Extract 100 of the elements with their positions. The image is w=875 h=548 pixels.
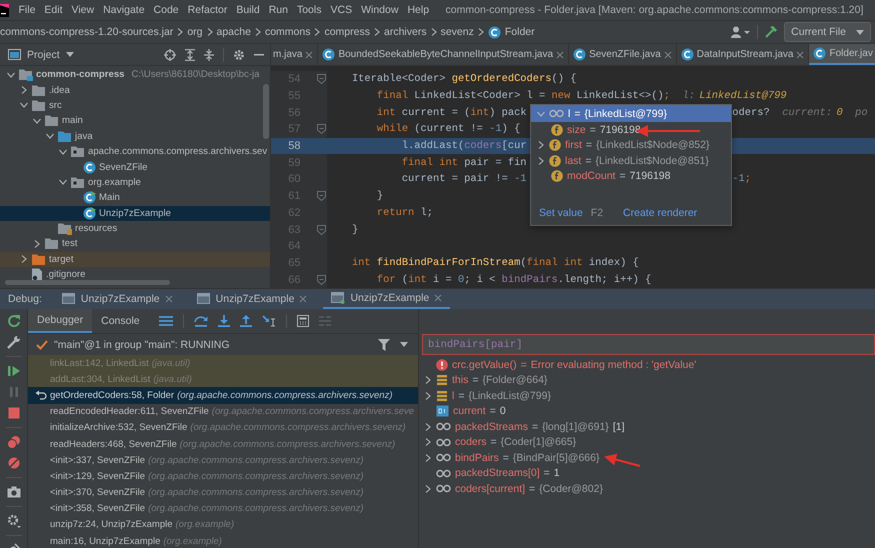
run-to-cursor-icon[interactable] [262,315,276,327]
chevron-down-icon[interactable] [59,178,67,186]
camera-icon[interactable] [6,485,20,499]
variable-row[interactable]: coders = {Coder[1]@665} [419,434,875,450]
collapse-all-icon[interactable] [204,48,214,60]
close-icon[interactable] [299,295,308,303]
chevron-right-icon[interactable] [20,86,28,94]
hammer-icon[interactable] [764,25,778,39]
editor-tab[interactable]: Folder.jav [809,44,875,65]
tree-item[interactable]: resources [0,220,270,236]
chevron-right-icon[interactable] [33,240,41,248]
menu-item[interactable]: Refactor [183,4,232,16]
editor-tab[interactable]: m.java [271,44,318,65]
tree-item[interactable]: .idea [0,82,270,98]
variable-row[interactable]: l = {LinkedList@799} [419,388,875,404]
popup-field-row[interactable]: first = {LinkedList$Node@852} [531,138,731,153]
chevron-down-icon[interactable] [7,70,15,79]
editor-tab[interactable]: BoundedSeekableByteChannelInputStream.java [318,44,570,65]
mute-breakpoints-icon[interactable] [6,456,20,470]
chevron-down-icon[interactable] [59,148,67,156]
fold-marker-icon[interactable] [317,224,326,235]
tree-item[interactable]: test [0,236,270,252]
close-icon[interactable] [164,295,173,303]
variable-row[interactable]: packedStreams[0] = 1 [419,466,875,481]
breadcrumb-item[interactable]: Folder [488,26,535,38]
menu-item[interactable]: VCS [326,4,357,16]
panel-title[interactable]: Project [27,48,60,60]
close-icon[interactable] [664,50,672,58]
variable-row[interactable]: bindPairs = {BindPair[5]@666} [419,450,875,466]
settings-icon[interactable] [6,514,20,528]
tree-item[interactable]: target [0,252,270,268]
stack-frame[interactable]: <init>:370, SevenZFile (org.apache.commons.compress.archivers.sevenz) [28,484,418,501]
settings-icon[interactable] [233,48,245,60]
close-icon[interactable] [556,50,564,58]
fold-marker-icon[interactable] [317,274,326,285]
tree-item[interactable]: common-compress C:\Users\86180\Desktop\bc-ja [0,67,270,82]
variable-row[interactable]: current = 0 [419,404,875,419]
breadcrumb-item[interactable]: commons-compress-1.20-sources.jar [0,26,174,38]
menu-item[interactable]: Tools [292,4,326,16]
close-icon[interactable] [796,50,804,58]
menu-item[interactable]: Code [149,4,184,16]
menu-item[interactable]: Edit [40,4,68,16]
stop-icon[interactable] [6,406,20,420]
tree-item[interactable]: Main [0,190,270,206]
tree-item[interactable]: SevenZFile [0,159,270,175]
variable-row[interactable]: this = {Folder@664} [419,372,875,388]
stack-frame[interactable]: <init>:129, SevenZFile (org.apache.commons.compress.archivers.sevenz) [28,468,418,484]
debugger-subtab[interactable]: Console [92,309,149,333]
popup-field-row[interactable]: last = {LinkedList$Node@851} [531,153,731,168]
chevron-right-icon[interactable] [424,438,432,446]
breadcrumb-item[interactable]: commons [264,26,310,38]
tree-item[interactable]: apache.commons.compress.archivers.sev [0,144,270,160]
calculator-icon[interactable] [296,315,309,327]
tree-item[interactable]: .gitignore [0,267,270,282]
debug-session-tab[interactable]: Unzip7zExample [54,289,181,309]
breadcrumb-item[interactable]: archivers [384,26,427,38]
tree-item[interactable]: main [0,113,270,129]
variable-row[interactable]: packedStreams = {long[1]@691} [1] [419,419,875,434]
user-icon[interactable] [731,26,752,38]
chevron-right-icon[interactable] [424,484,432,493]
breadcrumb-item[interactable]: sevenz [440,26,474,38]
chevron-right-icon[interactable] [424,422,432,431]
variable-row[interactable]: crc.getValue() = Error evaluating method : 'getValue' [419,357,875,372]
stack-frame[interactable]: getOrderedCoders:58, Folder (org.apache.commons.compress.archivers.sevenz) [28,387,418,404]
wrench-icon[interactable] [6,335,20,349]
step-over-icon[interactable] [194,315,208,327]
popup-link[interactable]: Create renderer [623,207,698,219]
stack-frame[interactable]: unzip7z:24, Unzip7zExample (org.example) [28,516,418,534]
chevron-right-icon[interactable] [424,454,432,462]
chevron-right-icon[interactable] [424,392,432,400]
variable-row[interactable]: coders[current] = {Coder@802} [419,481,875,496]
debug-session-tab[interactable]: Unzip7zExample [323,289,450,309]
fold-marker-icon[interactable] [317,74,326,84]
popup-header-row[interactable]: l = {LinkedList@799} [531,105,731,122]
editor-tab[interactable]: SevenZFile.java [569,44,677,65]
stack-frame[interactable]: main:16, Unzip7zExample (org.example) [28,533,418,548]
thread-selector[interactable]: "main"@1 in group "main": RUNNING [54,338,230,350]
chevron-down-icon[interactable] [20,101,28,110]
tree-item[interactable]: org.example [0,174,270,190]
menu-item[interactable]: Run [264,4,292,16]
menu-item[interactable]: Help [402,4,434,16]
filter-icon[interactable] [378,338,390,350]
breadcrumb-item[interactable]: apache [216,26,251,38]
minimize-icon[interactable] [254,54,264,56]
rerun-icon[interactable] [6,314,20,328]
menu-item[interactable]: Window [356,4,403,16]
scrollbar[interactable] [263,84,269,139]
close-icon[interactable] [305,50,314,58]
chevron-right-icon[interactable] [424,376,432,384]
chevron-right-icon[interactable] [537,141,545,150]
popup-link[interactable]: Set value [539,207,583,219]
tree-item[interactable]: src [0,98,270,114]
tree-item[interactable]: java [0,128,270,144]
breadcrumb-item[interactable]: org [187,26,202,38]
stack-frame[interactable]: readEncodedHeader:611, SevenZFile (org.apache.commons.compress.archivers.seve [28,404,418,420]
stack-frame[interactable]: readHeaders:468, SevenZFile (org.apache.commons.compress.archivers.sevenz) [28,436,418,452]
fold-marker-icon[interactable] [317,191,326,202]
expand-all-icon[interactable] [185,48,195,60]
scrollbar[interactable] [5,280,170,285]
menu-item[interactable]: View [67,4,99,16]
